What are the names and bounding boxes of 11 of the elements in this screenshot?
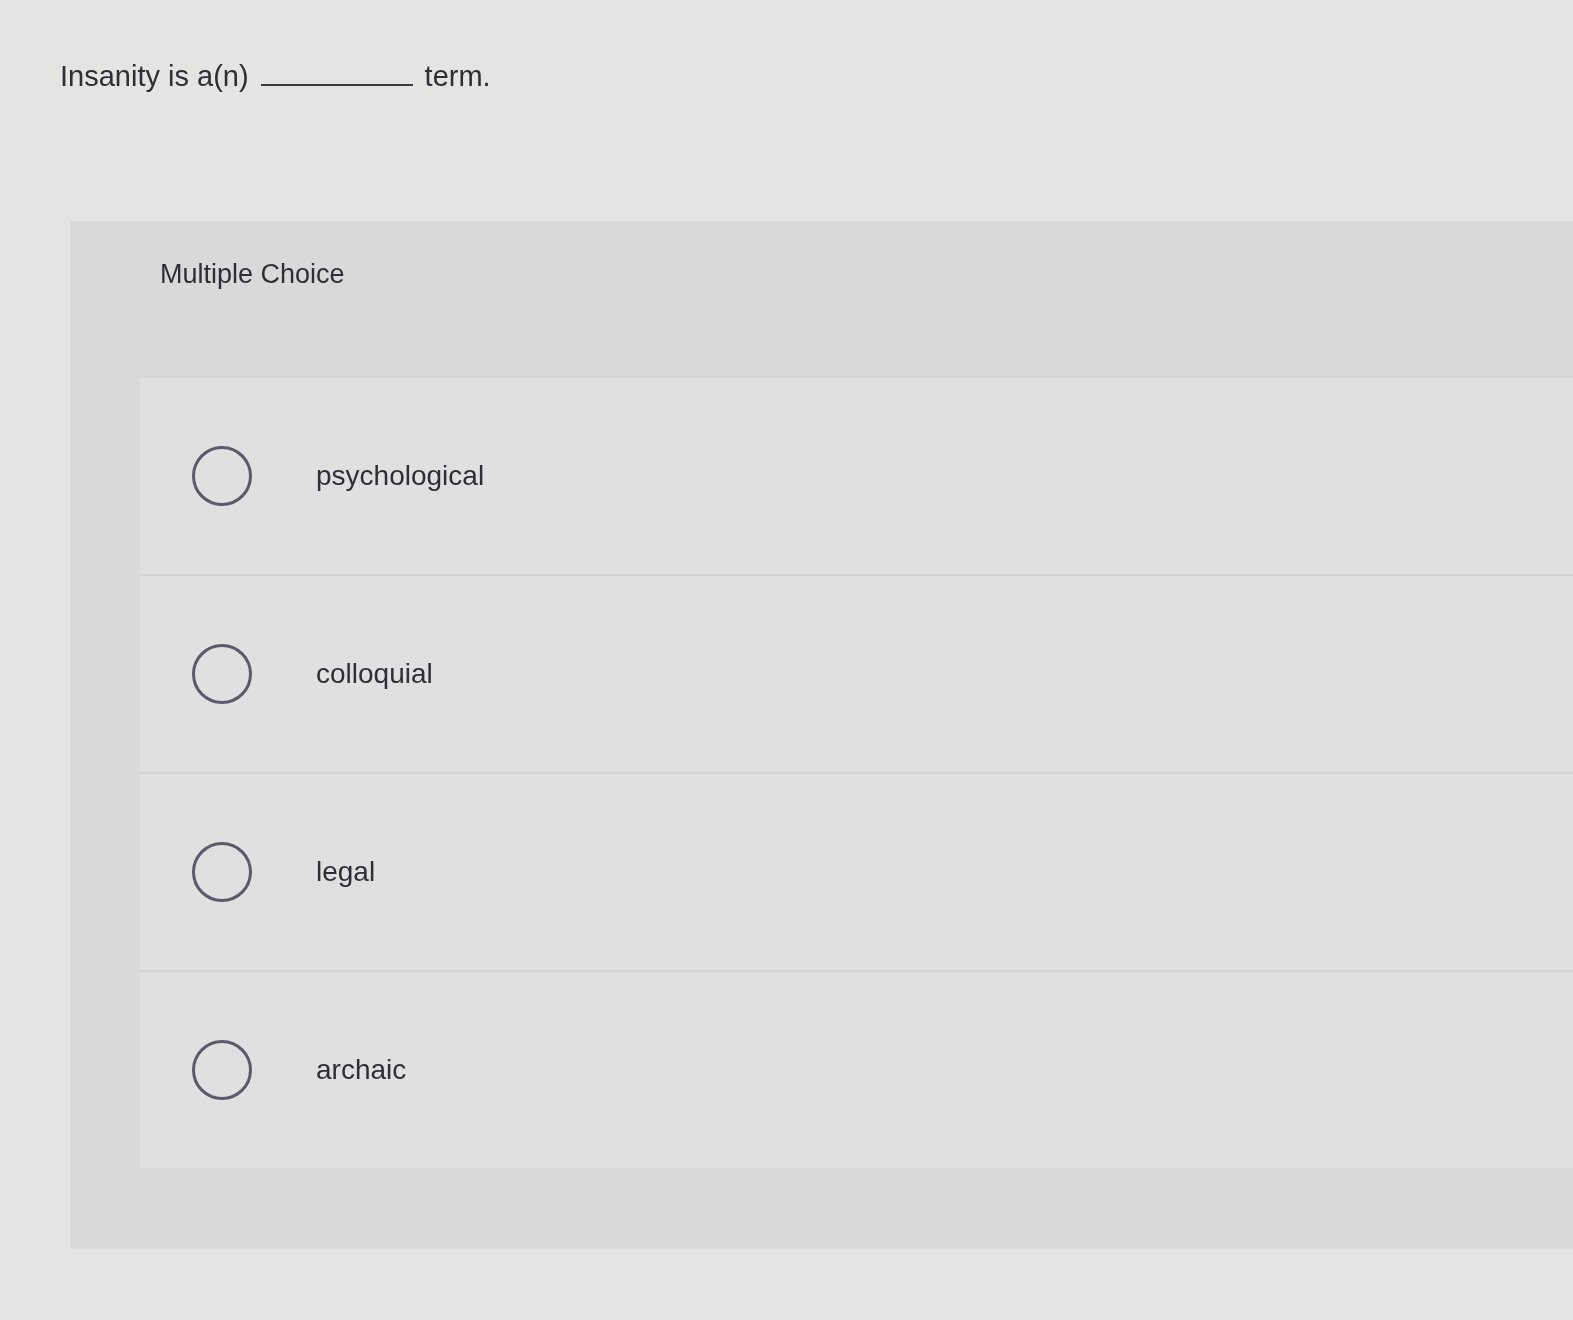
radio-button[interactable] — [192, 1040, 252, 1100]
question-text: term. — [424, 60, 491, 93]
option-label[interactable]: colloquial — [316, 658, 433, 690]
question-text: Insanity is a(n) — [60, 60, 249, 93]
option-label[interactable]: legal — [316, 856, 376, 888]
radio-button[interactable] — [192, 644, 252, 704]
option-label[interactable]: archaic — [316, 1054, 407, 1086]
section-title: Multiple Choice — [160, 259, 345, 290]
option-label[interactable]: psychological — [316, 460, 485, 492]
radio-button[interactable] — [192, 446, 252, 506]
radio-button[interactable] — [192, 842, 252, 902]
